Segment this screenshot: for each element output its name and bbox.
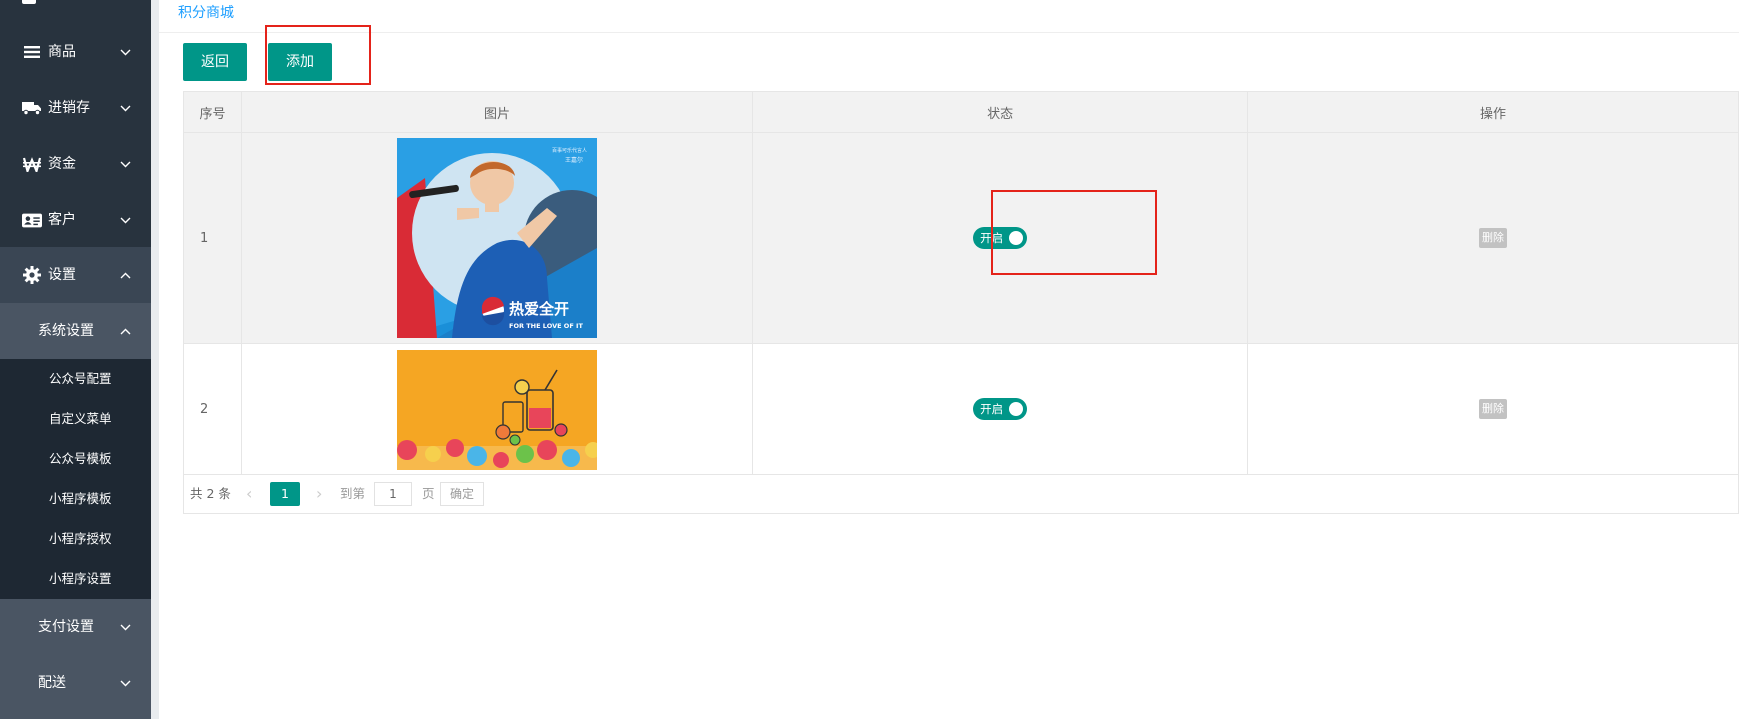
- pagination-unit-label: 页: [422, 486, 435, 501]
- sidebar-item-label: 配送: [38, 675, 66, 691]
- back-button[interactable]: 返回: [183, 43, 247, 81]
- submenu-item-miniprogram-template[interactable]: 小程序模板: [49, 479, 112, 519]
- row-image-cell: [240, 343, 754, 475]
- image-tagline: FOR THE LOVE OF IT: [509, 322, 583, 330]
- image-headline: 热爱全开: [509, 300, 569, 318]
- image-name-text: 王嘉尔: [565, 156, 583, 164]
- submenu-item-official-account-config[interactable]: 公众号配置: [49, 359, 112, 399]
- submenu-title: 系统设置: [38, 323, 94, 339]
- submenu-item-official-account-template[interactable]: 公众号模板: [49, 439, 112, 479]
- highlight-box-status: [991, 190, 1157, 275]
- pagination-confirm-button[interactable]: 确定: [440, 482, 484, 506]
- row-image-cell: 热爱全开 FOR THE LOVE OF IT 百事可乐代言人 王嘉尔: [240, 132, 754, 344]
- table-header-row: 序号 图片 状态 操作: [183, 91, 1739, 133]
- chevron-down-icon: [118, 136, 132, 192]
- sidebar-item-label: 客户: [48, 212, 76, 228]
- divider: [159, 32, 1739, 33]
- sidebar-item-label: 支付设置: [38, 619, 94, 635]
- truck-icon: [22, 80, 42, 136]
- row-index: 2: [183, 343, 242, 475]
- submenu-item-miniprogram-auth[interactable]: 小程序授权: [49, 519, 112, 559]
- breadcrumb[interactable]: 积分商城: [178, 0, 234, 26]
- sidebar-item-label: 资金: [48, 156, 76, 172]
- sidebar-item-settings[interactable]: 设置: [0, 247, 151, 303]
- row-status-cell: 开启: [752, 343, 1249, 475]
- sidebar-item-payment-settings[interactable]: 支付设置: [0, 599, 151, 655]
- sidebar-item-funds[interactable]: 资金: [0, 136, 151, 192]
- chevron-down-icon: [118, 192, 132, 248]
- column-header-image: 图片: [240, 91, 754, 133]
- toggle-knob: [1009, 402, 1024, 416]
- highlight-box-add: [265, 25, 371, 85]
- sidebar-item-label: 商品: [48, 44, 76, 60]
- pagination-current-page[interactable]: 1: [270, 482, 300, 506]
- product-image: [397, 350, 597, 470]
- sidebar-item-label: 进销存: [48, 100, 90, 116]
- sidebar: 商品 进销存 资金 客户 设置 系统设置 公众号配置 自定义菜单 公众号模板 小…: [0, 0, 151, 719]
- won-icon: [22, 136, 42, 192]
- column-header-index: 序号: [183, 91, 242, 133]
- sidebar-bottom-group: 支付设置 配送: [0, 599, 151, 719]
- chevron-down-icon: [118, 655, 132, 711]
- sidebar-item-inventory[interactable]: 进销存: [0, 80, 151, 136]
- submenu-item-miniprogram-settings[interactable]: 小程序设置: [49, 559, 112, 599]
- pagination-total: 共 2 条: [190, 486, 231, 501]
- sidebar-item-goods[interactable]: 商品: [0, 24, 151, 80]
- image-small-text: 百事可乐代言人: [552, 147, 587, 154]
- chevron-up-icon: [118, 247, 132, 303]
- product-image: 热爱全开 FOR THE LOVE OF IT 百事可乐代言人 王嘉尔: [397, 138, 597, 338]
- row-index: 1: [183, 132, 242, 344]
- pagination: 共 2 条 ‹ 1 › 到第 页 确定: [183, 474, 1739, 514]
- column-header-status: 状态: [752, 91, 1249, 133]
- submenu-list: 公众号配置 自定义菜单 公众号模板 小程序模板 小程序授权 小程序设置: [0, 359, 151, 599]
- row-actions-cell: 删除: [1247, 132, 1739, 344]
- table-row: 2 开启 删除: [183, 343, 1739, 475]
- data-table: 序号 图片 状态 操作 1 热爱全开 FOR THE LOVE OF IT 百事…: [183, 91, 1739, 475]
- status-toggle-label: 开启: [980, 402, 1004, 416]
- sidebar-divider: [151, 0, 159, 719]
- delete-button[interactable]: 删除: [1479, 399, 1508, 419]
- list-icon: [22, 24, 42, 80]
- id-card-icon: [22, 192, 42, 248]
- chevron-right-icon[interactable]: ›: [316, 474, 322, 514]
- sidebar-submenu-system-settings[interactable]: 系统设置: [0, 303, 151, 359]
- row-actions-cell: 删除: [1247, 343, 1739, 475]
- gear-icon: [22, 247, 42, 303]
- pagination-goto-label: 到第: [340, 486, 366, 501]
- chevron-down-icon: [118, 80, 132, 136]
- column-header-actions: 操作: [1247, 91, 1739, 133]
- table-row: 1 热爱全开 FOR THE LOVE OF IT 百事可乐代言人 王嘉尔 开启…: [183, 132, 1739, 344]
- delete-button[interactable]: 删除: [1479, 228, 1508, 248]
- chevron-down-icon: [118, 599, 132, 655]
- chevron-down-icon: [118, 24, 132, 80]
- chevron-left-icon[interactable]: ‹: [246, 474, 252, 514]
- sidebar-item-customers[interactable]: 客户: [0, 192, 151, 248]
- sidebar-item-delivery[interactable]: 配送: [0, 655, 151, 711]
- main-content: 积分商城 返回 添加 序号 图片 状态 操作 1 热爱全开 FOR THE LO…: [159, 0, 1739, 719]
- pagination-page-input[interactable]: [374, 482, 412, 506]
- sidebar-item-label: 设置: [48, 267, 76, 283]
- home-icon: [22, 0, 36, 4]
- submenu-item-custom-menu[interactable]: 自定义菜单: [49, 399, 112, 439]
- status-toggle[interactable]: 开启: [973, 398, 1028, 420]
- chevron-up-icon: [118, 303, 132, 359]
